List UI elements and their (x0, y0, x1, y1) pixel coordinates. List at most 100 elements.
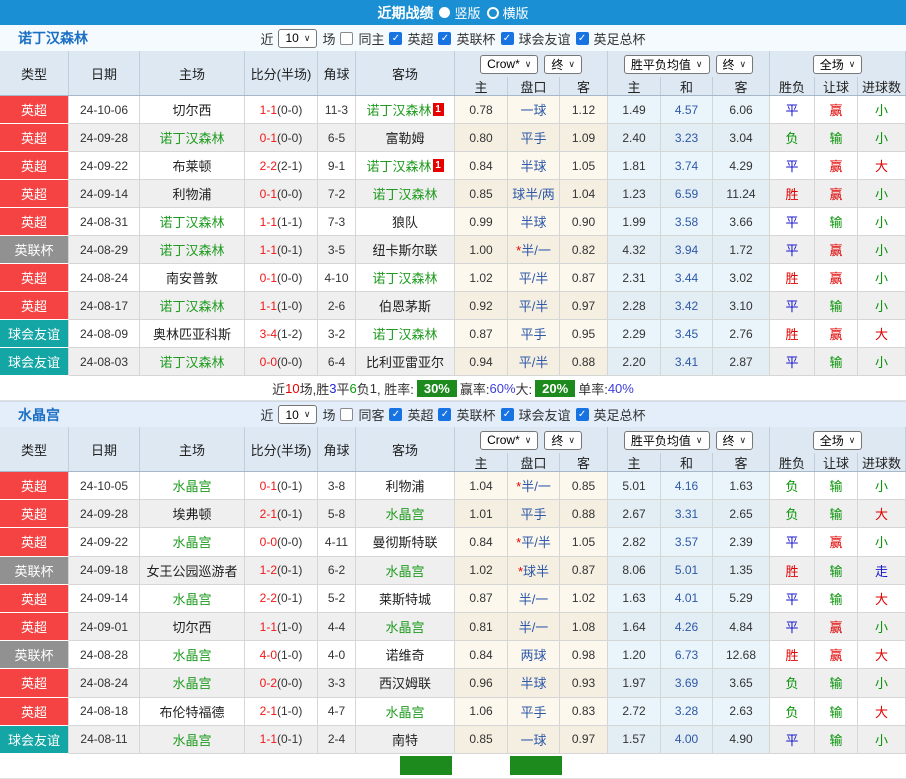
league-checkbox-0[interactable]: ✓ (389, 408, 403, 421)
avg-draw: 3.23 (661, 124, 713, 152)
handicap-label: 半球 (520, 159, 547, 174)
match-row: 球会友谊 24-08-09 奥林匹亚科斯 3-4 (1-2) 3-2 诺丁汉森林 0.87 平手… (0, 320, 906, 348)
match-count-select[interactable]: 10 ∨ (278, 28, 318, 48)
odds-stage-select[interactable]: 终 ∨ (544, 54, 582, 74)
layout-radio-horizontal[interactable]: 横版 (486, 3, 529, 22)
odds-away: 0.87 (560, 556, 608, 585)
avg-stage-select[interactable]: 终 ∨ (715, 430, 754, 450)
match-count-select[interactable]: 10 ∨ (278, 405, 318, 424)
full-score: 1-1 (259, 102, 277, 117)
league-checkbox-2[interactable]: ✓ (500, 408, 514, 421)
avg-select[interactable]: 胜平负均值 ∨ (623, 430, 710, 450)
col-header-2: 主场 (140, 51, 245, 95)
away-team: 曼彻斯特联 (356, 528, 455, 557)
odds-away: 0.98 (560, 641, 608, 670)
odds-company-select[interactable]: Crow* ∨ (480, 430, 539, 450)
team-label: 诺丁汉森林 (366, 159, 432, 174)
match-date: 24-08-24 (69, 264, 140, 292)
team-label: 奥林匹亚科斯 (152, 327, 231, 342)
team-label: 女王公园巡游者 (146, 563, 238, 579)
result-goals: 大 (858, 500, 906, 529)
result-handicap: 赢 (815, 528, 858, 557)
avg-select[interactable]: 胜平负均值 ∨ (623, 54, 710, 74)
away-team: 西汉姆联 (356, 669, 455, 698)
league-checkbox-3[interactable]: ✓ (575, 408, 589, 421)
away-team: 诺丁汉森林 (356, 264, 455, 292)
avg-stage-select[interactable]: 终 ∨ (715, 54, 754, 74)
full-score: 1-1 (259, 298, 277, 313)
avg-draw: 3.44 (661, 264, 713, 292)
match-row: 球会友谊 24-08-03 诺丁汉森林 0-0 (0-0) 6-4 比利亚雷亚尔 0.94 平/… (0, 348, 906, 376)
avg-group-header: 胜平负均值 ∨ 终 ∨ (608, 51, 770, 77)
result-goals: 走 (858, 556, 906, 585)
sub-col-header-5: 客 (713, 77, 770, 95)
match-date: 24-08-28 (69, 641, 140, 670)
match-type-badge: 英超 (0, 96, 69, 124)
team-label: 诺丁汉森林 (372, 187, 438, 202)
team-section: 水晶宫 近 10 ∨ 场 同客 ✓ 英超 ✓ 英联杯 ✓ 球会友谊 ✓ 英足总杯 类型 日期 主场 比分(半场) 角… (0, 401, 906, 779)
recent-label: 近 (260, 408, 274, 423)
odds-away: 0.85 (560, 472, 608, 501)
sub-col-header-2: 客 (560, 77, 608, 95)
league-checkbox-label-2: 球会友谊 (518, 408, 571, 423)
result-wdl: 平 (770, 725, 815, 754)
match-score: 3-4 (1-2) (245, 320, 318, 348)
odds-company-select[interactable]: Crow* ∨ (480, 54, 539, 74)
odds-away: 0.88 (560, 348, 608, 376)
home-team: 水晶宫 (140, 669, 245, 698)
team-label: 莱斯特城 (378, 591, 431, 607)
league-checkbox-2[interactable]: ✓ (500, 31, 514, 45)
result-goals: 小 (858, 612, 906, 642)
result-goals: 小 (858, 236, 906, 264)
match-score: 1-1 (0-0) (245, 96, 318, 124)
result-wdl: 负 (770, 472, 815, 501)
result-wdl: 平 (770, 528, 815, 557)
avg-away: 4.29 (713, 152, 770, 180)
red-card-badge: 1 (432, 159, 444, 172)
summary-segment: 1 (369, 380, 377, 396)
team-label: 水晶宫 (385, 704, 425, 720)
sub-col-header-2: 客 (560, 453, 608, 471)
result-goals: 小 (858, 725, 906, 754)
odds-away: 0.95 (560, 320, 608, 348)
summary-segment: 10 (285, 380, 300, 396)
full-score: 0-1 (259, 478, 277, 493)
result-handicap: 输 (815, 725, 858, 754)
avg-away: 3.02 (713, 264, 770, 292)
odds-away: 1.04 (560, 180, 608, 208)
full-score: 1-2 (259, 563, 277, 578)
home-team: 南安普敦 (140, 264, 245, 292)
league-checkbox-1[interactable]: ✓ (438, 408, 452, 421)
handicap-label: 半球 (520, 676, 547, 692)
same-venue-checkbox[interactable] (340, 31, 354, 45)
odds-away: 0.88 (560, 500, 608, 529)
match-date: 24-08-09 (69, 320, 140, 348)
avg-home: 2.82 (608, 528, 661, 557)
away-team: 水晶宫 (356, 500, 455, 529)
layout-radio-vertical[interactable]: 竖版 (439, 3, 481, 22)
avg-home: 2.20 (608, 348, 661, 376)
radio-unselected-icon (486, 6, 499, 19)
league-checkbox-0[interactable]: ✓ (389, 31, 403, 45)
scope-select[interactable]: 全场 ∨ (812, 54, 863, 74)
league-checkbox-1[interactable]: ✓ (438, 31, 452, 45)
result-handicap: 输 (815, 472, 858, 501)
match-row: 英超 24-08-18 布伦特福德 2-1 (1-0) 4-7 水晶宫 1.06 平手 0.83 2… (0, 697, 906, 726)
match-row: 英联杯 24-09-18 女王公园巡游者 1-2 (0-1) 6-2 水晶宫 1.02 *球半 0… (0, 556, 906, 585)
match-type-badge: 英超 (0, 208, 69, 236)
corner-score: 4-11 (318, 528, 356, 557)
same-venue-checkbox[interactable] (340, 408, 354, 421)
result-handicap: 输 (815, 208, 858, 236)
odds-home: 0.94 (455, 348, 508, 376)
odds-stage-select[interactable]: 终 ∨ (544, 430, 582, 450)
match-row: 英超 24-10-05 水晶宫 0-1 (0-1) 3-8 利物浦 1.04 *半/一 0.85 5… (0, 472, 906, 501)
same-venue-label: 同客 (358, 408, 385, 423)
scope-select[interactable]: 全场 ∨ (812, 430, 863, 450)
full-score: 1-1 (259, 214, 277, 229)
league-checkbox-3[interactable]: ✓ (575, 31, 589, 45)
avg-away: 2.63 (713, 697, 770, 726)
avg-draw: 3.28 (661, 697, 713, 726)
avg-home: 1.81 (608, 152, 661, 180)
team-label: 西汉姆联 (378, 676, 431, 692)
team-label: 水晶宫 (172, 676, 212, 692)
